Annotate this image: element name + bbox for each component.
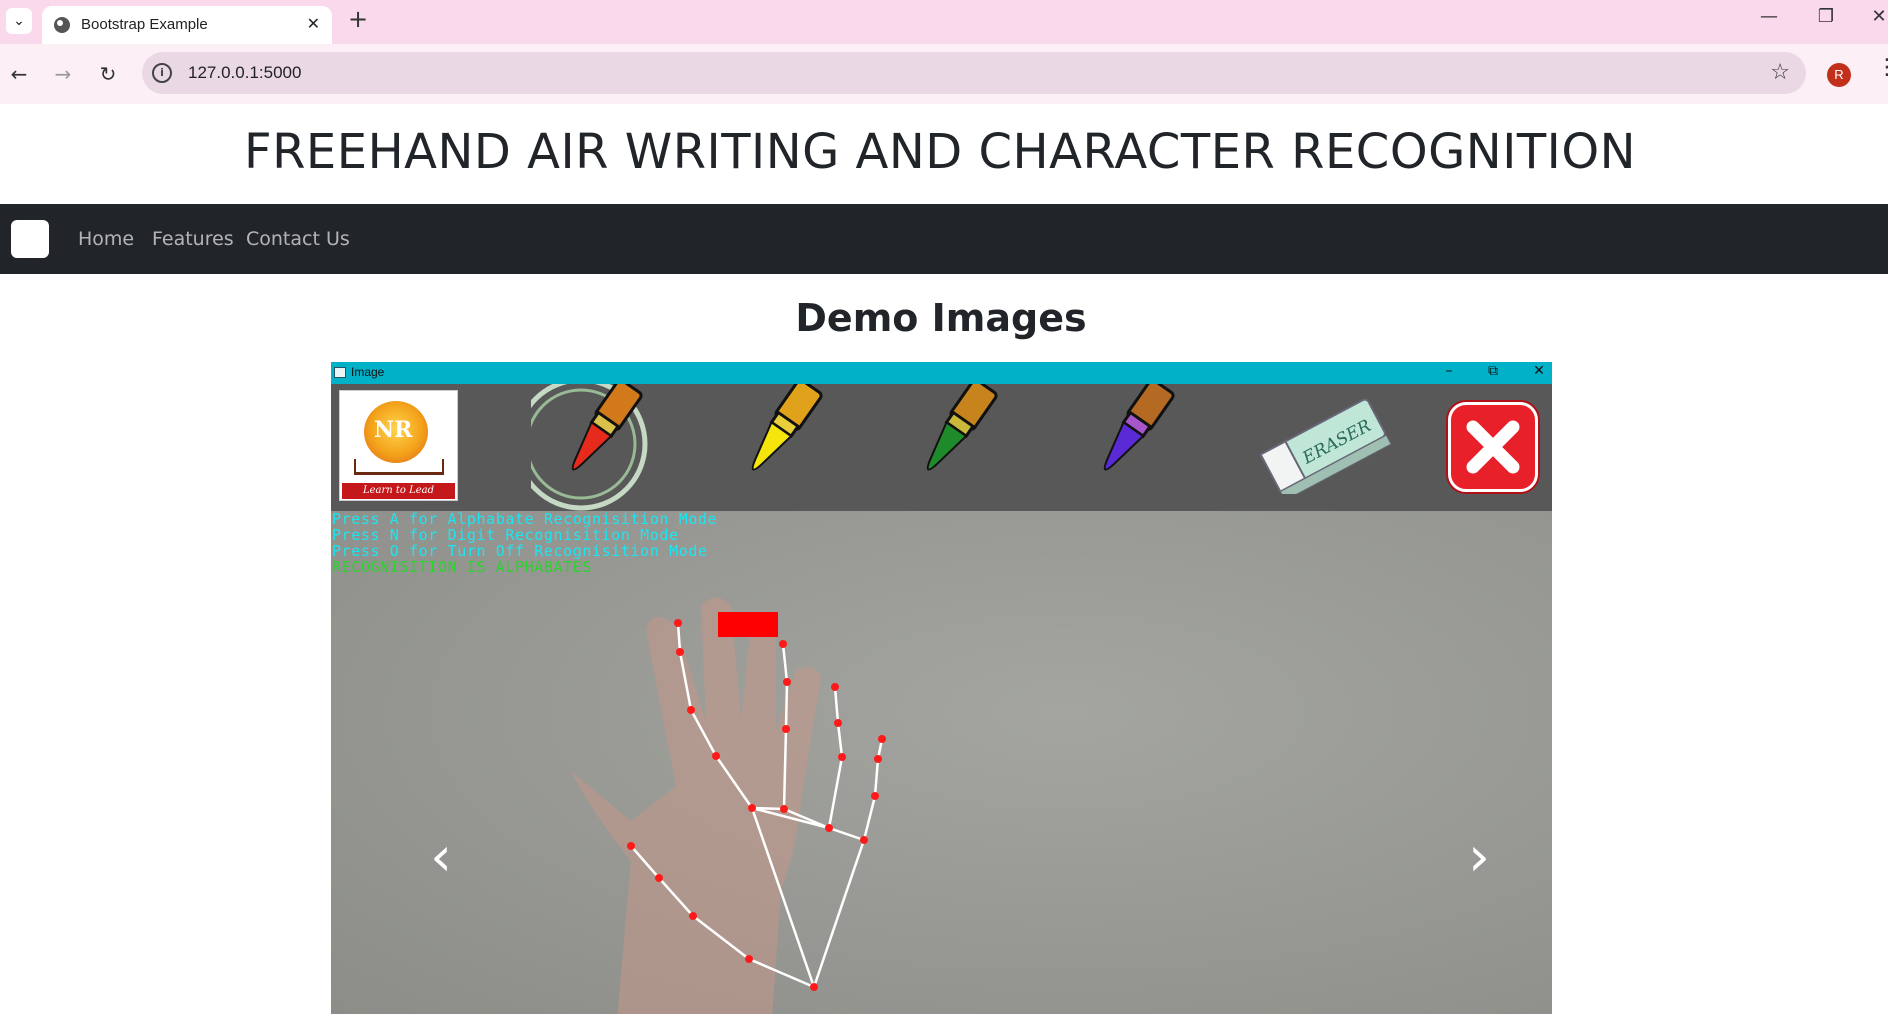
recognition-status: RECOGNISITION IS ALPHABATES xyxy=(332,558,593,576)
restore-window-button[interactable]: ❐ xyxy=(1811,6,1841,27)
drawing-toolbar: NR Learn to Lead ERASER xyxy=(331,384,1552,511)
logo-tagline: Learn to Lead xyxy=(342,483,455,499)
window-app-icon xyxy=(334,367,346,378)
browser-tab-bar: ⌄ Bootstrap Example ✕ + — ❐ ✕ xyxy=(0,0,1888,44)
nav-link-home[interactable]: Home xyxy=(78,228,134,250)
tab-list-button[interactable]: ⌄ xyxy=(6,8,32,34)
pointer-rectangle xyxy=(718,612,778,637)
purple-pen-icon xyxy=(1103,384,1175,471)
nav-link-features[interactable]: Features xyxy=(152,228,234,250)
demo-window-titlebar: Image – ⧉ ✕ xyxy=(331,362,1552,384)
close-window-button[interactable]: ✕ xyxy=(1864,6,1888,27)
new-tab-button[interactable]: + xyxy=(344,6,372,34)
close-x-icon xyxy=(1448,402,1538,492)
url-text[interactable]: 127.0.0.1:5000 xyxy=(188,63,301,83)
browser-toolbar: ← → ↻ i 127.0.0.1:5000 ☆ R ⋮ xyxy=(0,44,1888,104)
bookmark-star-icon[interactable]: ☆ xyxy=(1770,60,1790,85)
green-pen-icon xyxy=(926,384,998,471)
navbar-toggler-button[interactable] xyxy=(11,220,49,258)
minimize-window-button[interactable]: — xyxy=(1754,6,1784,27)
page-title: FREEHAND AIR WRITING AND CHARACTER RECOG… xyxy=(243,124,1637,180)
carousel-next-button[interactable]: › xyxy=(1459,827,1499,887)
logo-text: NR xyxy=(374,417,413,443)
globe-icon xyxy=(54,17,70,33)
carousel-prev-button[interactable]: ‹ xyxy=(421,827,461,887)
browser-tab[interactable]: Bootstrap Example ✕ xyxy=(42,6,332,44)
section-heading: Demo Images xyxy=(795,296,1087,340)
browser-menu-button[interactable]: ⋮ xyxy=(1876,57,1888,79)
instruction-line: Press A for Alphabate Recognisition Mode xyxy=(332,510,718,528)
profile-avatar[interactable]: R xyxy=(1827,63,1851,87)
site-info-icon[interactable]: i xyxy=(152,63,172,83)
tab-title: Bootstrap Example xyxy=(81,16,208,33)
demo-window-title: Image xyxy=(351,365,385,379)
instruction-line: Press O for Turn Off Recognisition Mode xyxy=(332,542,708,560)
yellow-pen-icon xyxy=(751,384,823,471)
page-header: FREEHAND AIR WRITING AND CHARACTER RECOG… xyxy=(0,104,1888,204)
demo-minimize-icon: – xyxy=(1445,363,1453,379)
nr-logo: NR Learn to Lead xyxy=(339,390,458,501)
demo-close-icon: ✕ xyxy=(1533,363,1545,379)
forward-button[interactable]: → xyxy=(49,60,77,88)
demo-carousel: Image – ⧉ ✕ NR Learn to Lead ERASER ‹ › … xyxy=(331,362,1552,1014)
red-pen-icon xyxy=(531,384,648,511)
hand-tracking-overlay xyxy=(571,597,886,1014)
back-button[interactable]: ← xyxy=(5,60,33,88)
address-bar[interactable]: i 127.0.0.1:5000 ☆ xyxy=(142,52,1806,94)
site-navbar: Home Features Contact Us xyxy=(0,204,1888,274)
nav-link-contact-us[interactable]: Contact Us xyxy=(246,228,350,250)
reload-button[interactable]: ↻ xyxy=(94,60,122,88)
tab-close-button[interactable]: ✕ xyxy=(307,14,320,33)
instruction-line: Press N for Digit Recognisition Mode xyxy=(332,526,679,544)
demo-restore-icon: ⧉ xyxy=(1488,363,1498,379)
camera-feed: ‹ › xyxy=(331,511,1552,1014)
eraser-icon: ERASER xyxy=(1259,398,1392,494)
